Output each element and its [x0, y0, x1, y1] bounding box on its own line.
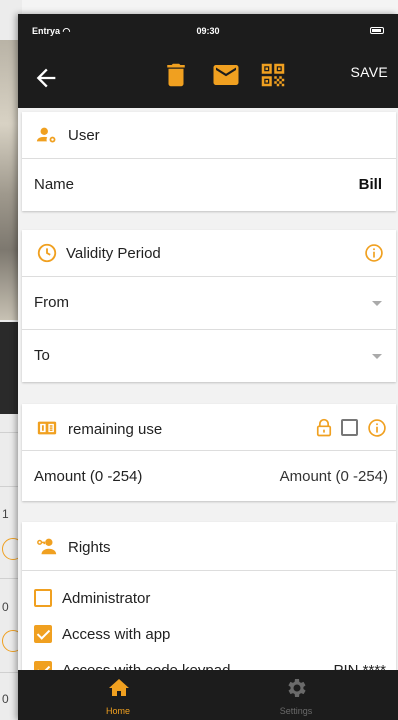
remaining-use-header: remaining use — [22, 404, 396, 451]
nav-settings-label: Settings — [279, 706, 313, 716]
to-select[interactable]: To — [22, 330, 396, 382]
trash-icon[interactable] — [161, 60, 191, 90]
qr-code-icon[interactable] — [258, 60, 288, 90]
right-access-app[interactable]: Access with app — [22, 617, 396, 653]
back-arrow-icon[interactable] — [32, 64, 60, 92]
nav-home-label: Home — [105, 706, 130, 716]
background-number: 1 — [2, 507, 9, 521]
remaining-use-title: remaining use — [68, 421, 163, 438]
administrator-label: Administrator — [62, 590, 151, 607]
info-icon[interactable] — [367, 418, 387, 438]
nav-home[interactable]: Home — [58, 670, 178, 720]
background-number: 0 — [2, 600, 9, 614]
administrator-checkbox[interactable] — [34, 589, 52, 607]
chevron-down-icon[interactable] — [372, 354, 382, 359]
phone-screen: Entrya ◠ 09:30 SAVE User Name Bill Valid… — [18, 14, 398, 720]
amount-input[interactable]: Amount (0 -254) — [280, 468, 388, 485]
save-button[interactable]: SAVE — [350, 64, 388, 80]
lock-icon — [316, 418, 332, 437]
bottom-nav: Home Settings — [18, 670, 398, 720]
to-label: To — [34, 347, 50, 364]
battery-icon — [370, 27, 384, 34]
background-number: 0 — [2, 692, 9, 706]
from-label: From — [34, 294, 69, 311]
home-icon — [109, 679, 129, 696]
remaining-use-checkbox[interactable] — [341, 419, 358, 436]
counter-icon — [37, 421, 57, 435]
user-card: User Name Bill — [22, 112, 396, 211]
clock-icon — [37, 243, 57, 263]
user-settings-icon — [36, 127, 56, 143]
rights-title: Rights — [68, 539, 111, 556]
remaining-use-card: remaining use Amount (0 -254) Amount (0 … — [22, 404, 396, 501]
nav-settings[interactable]: Settings — [236, 670, 356, 720]
right-administrator[interactable]: Administrator — [22, 581, 396, 617]
validity-card: Validity Period From To — [22, 230, 396, 382]
user-header: User — [22, 112, 396, 159]
validity-title: Validity Period — [66, 245, 161, 262]
chevron-down-icon[interactable] — [372, 301, 382, 306]
access-app-checkbox[interactable] — [34, 625, 52, 643]
amount-label: Amount (0 -254) — [34, 468, 143, 485]
app-bar: SAVE — [18, 48, 398, 108]
amount-row: Amount (0 -254) Amount (0 -254) — [22, 451, 396, 501]
mail-icon[interactable] — [211, 60, 241, 90]
validity-header: Validity Period — [22, 230, 396, 277]
status-time: 09:30 — [196, 26, 220, 36]
status-bar: Entrya ◠ 09:30 — [18, 14, 398, 48]
user-title: User — [68, 127, 100, 144]
rights-header: Rights — [22, 522, 396, 571]
name-value[interactable]: Bill — [359, 176, 382, 193]
from-select[interactable]: From — [22, 277, 396, 330]
access-app-label: Access with app — [62, 626, 171, 643]
user-key-icon — [37, 538, 57, 555]
gear-icon — [288, 679, 306, 697]
name-label: Name — [34, 176, 75, 193]
name-row[interactable]: Name Bill — [22, 159, 396, 211]
info-icon[interactable] — [364, 243, 384, 263]
